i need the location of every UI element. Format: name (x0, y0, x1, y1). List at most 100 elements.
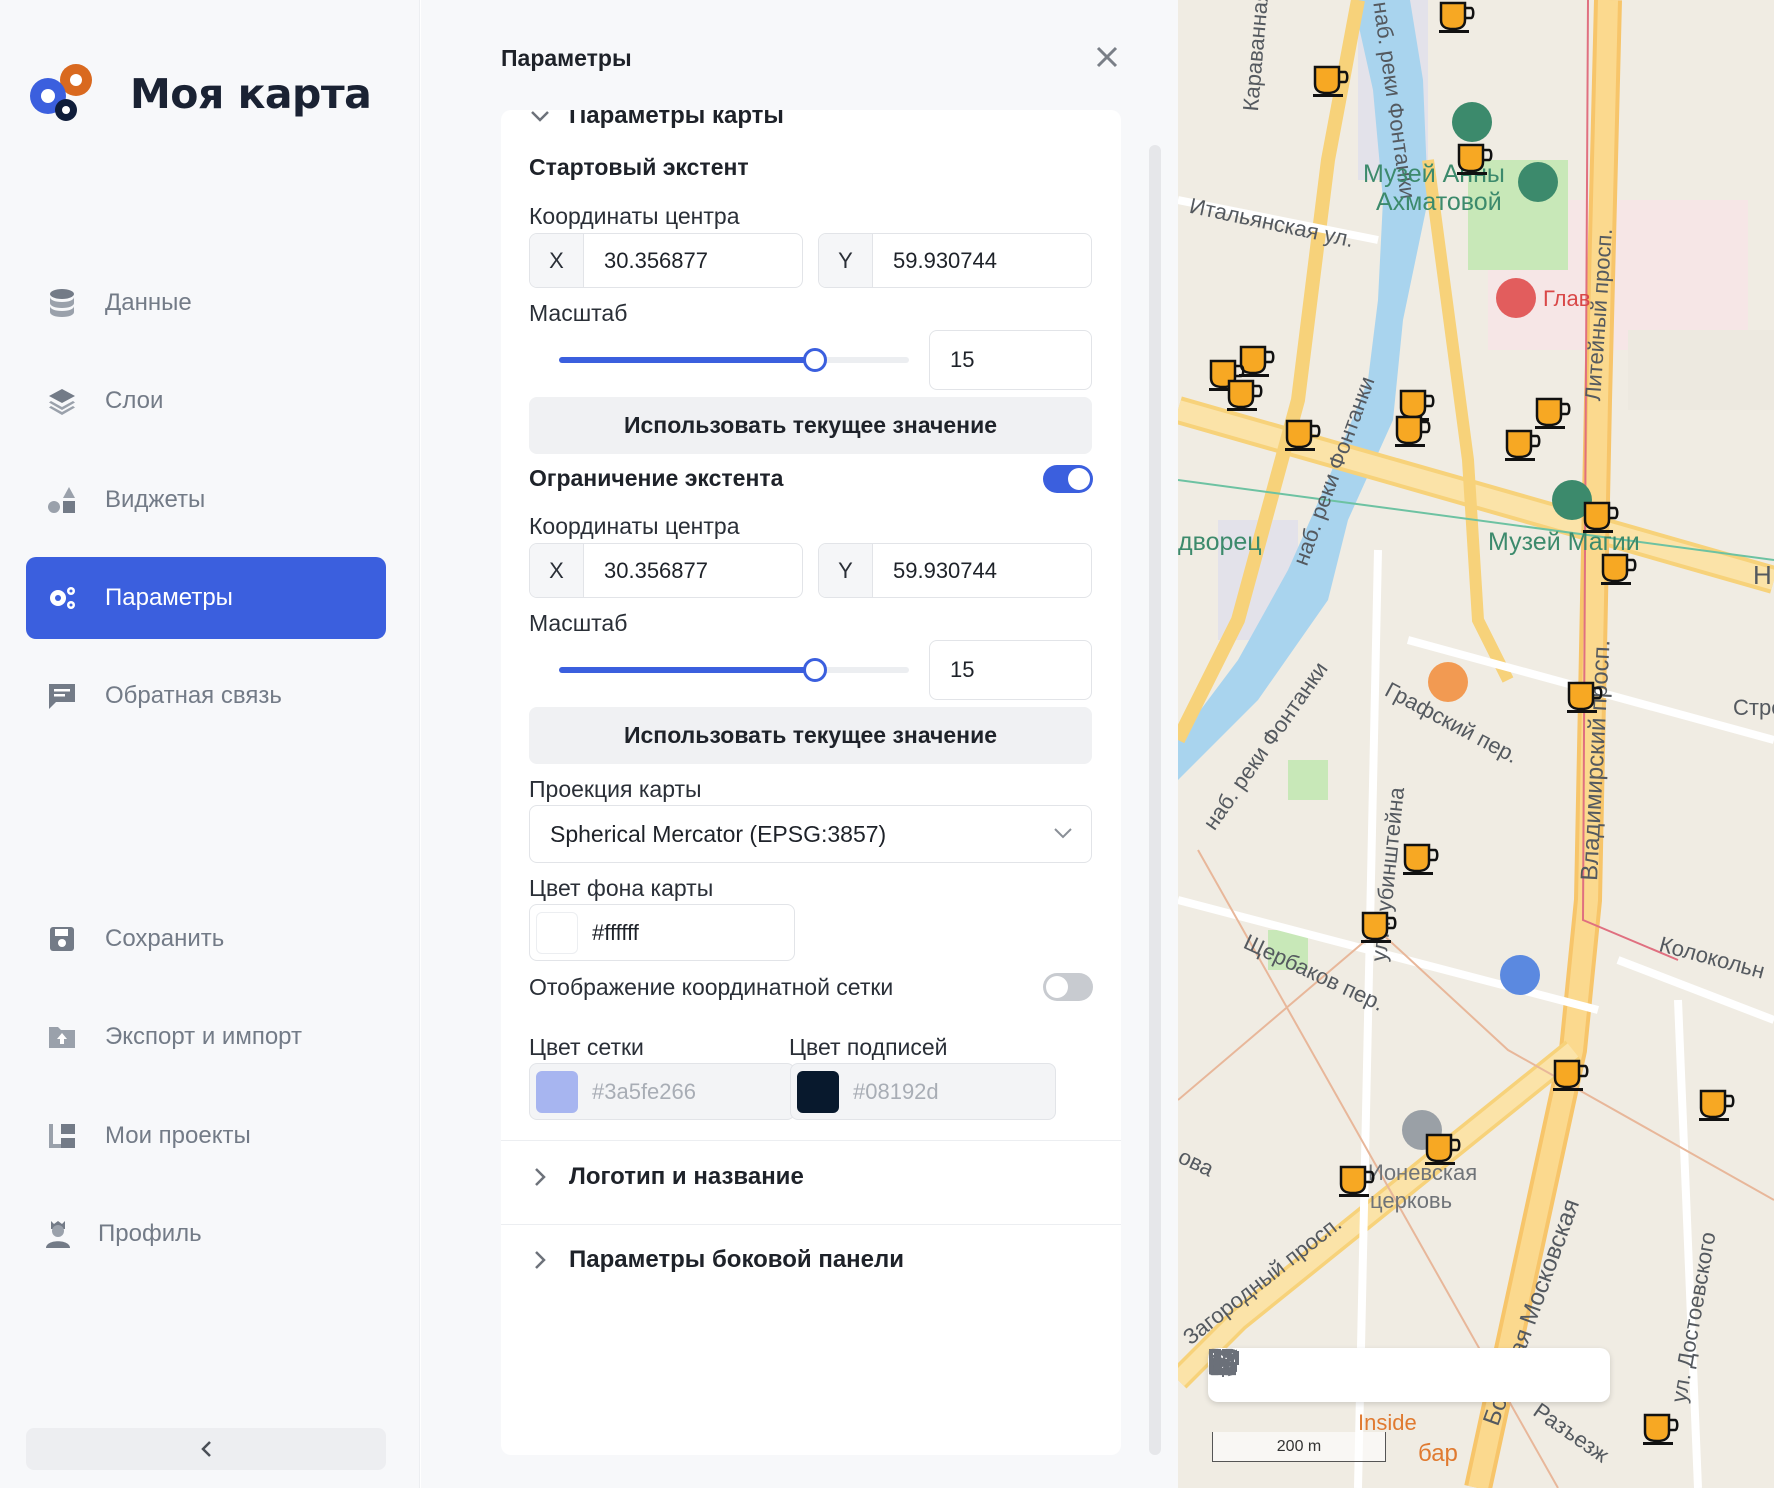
accordion-title: Параметры карты (569, 110, 784, 129)
limit-x-input[interactable]: X 30.356877 (529, 543, 803, 598)
poi-label: Глав (1543, 286, 1591, 311)
grid-color-label: Цвет сетки (529, 1034, 644, 1060)
cafe-marker-icon[interactable] (1552, 1058, 1590, 1092)
start-x-input[interactable]: X 30.356877 (529, 233, 803, 288)
x-prefix: X (530, 544, 584, 597)
cafe-marker-icon[interactable] (1424, 1132, 1462, 1166)
export-import-icon (46, 1021, 78, 1053)
cafe-marker-icon[interactable] (1360, 910, 1398, 944)
center-coords-label: Координаты центра (529, 513, 740, 539)
scale-label: Масштаб (529, 300, 628, 326)
y-prefix: Y (819, 544, 873, 597)
sidebar-item-label: Мои проекты (105, 1122, 251, 1149)
save-icon (46, 923, 78, 955)
labels-color-label: Цвет подписей (789, 1034, 948, 1060)
limit-scale-input[interactable]: 15 (929, 640, 1092, 700)
settings-icon (46, 582, 78, 614)
accordion-title: Параметры боковой панели (569, 1246, 905, 1273)
sidebar-item-layers[interactable]: Слои (26, 360, 386, 442)
grid-display-toggle[interactable] (1043, 973, 1093, 1001)
sidebar-item-profile[interactable]: Профиль (26, 1193, 386, 1275)
color-value: #08192d (853, 1078, 939, 1104)
cafe-marker-icon[interactable] (1642, 1412, 1680, 1446)
sidebar-item-feedback[interactable]: Обратная связь (26, 655, 386, 737)
sidebar-item-label: Виджеты (105, 486, 206, 513)
start-y-input[interactable]: Y 59.930744 (818, 233, 1092, 288)
accordion-title: Логотип и название (569, 1163, 804, 1190)
projection-select[interactable]: Spherical Mercator (EPSG:3857) (529, 805, 1092, 863)
limit-scale-slider[interactable] (559, 655, 909, 685)
x-prefix: X (530, 234, 584, 287)
cafe-marker-icon[interactable] (1402, 842, 1440, 876)
close-icon[interactable] (1094, 44, 1120, 70)
scale-label: Масштаб (529, 610, 628, 636)
extent-limit-title: Ограничение экстента (529, 465, 784, 491)
sidebar-item-widgets[interactable]: Виджеты (26, 459, 386, 541)
color-swatch[interactable] (536, 911, 578, 954)
cafe-marker-icon[interactable] (1178, 64, 1215, 98)
widgets-icon (46, 484, 78, 516)
start-scale-input[interactable]: 15 (929, 330, 1092, 390)
cafe-marker-icon[interactable] (1312, 64, 1350, 98)
slider-fill (559, 357, 815, 363)
sidebar-item-data[interactable]: Данные (26, 262, 386, 344)
divider (501, 1224, 1121, 1225)
sidebar-item-save[interactable]: Сохранить (26, 898, 386, 980)
cafe-marker-icon[interactable] (1438, 0, 1476, 34)
chevron-right-icon (535, 1251, 546, 1269)
grid-color-input[interactable]: #3a5fe266 (529, 1063, 795, 1120)
ruler-icon[interactable] (1209, 1351, 1480, 1391)
select-icon[interactable] (1209, 1349, 1315, 1391)
chart-icon[interactable] (1211, 1349, 1370, 1391)
cafe-marker-icon[interactable] (1338, 1164, 1376, 1198)
start-use-current-button[interactable]: Использовать текущее значение (529, 397, 1092, 454)
extent-limit-toggle[interactable] (1043, 465, 1093, 493)
panel-scrollbar[interactable] (1149, 145, 1161, 1455)
cafe-marker-icon[interactable] (1566, 680, 1604, 714)
profile-icon (42, 1218, 74, 1250)
chevron-down-icon (531, 111, 549, 122)
start-extent-title: Стартовый экстент (529, 154, 749, 180)
map-view[interactable]: Караванная ул. наб. реки Фонтанки Музей … (1178, 0, 1774, 1488)
toggle-knob (1068, 468, 1090, 490)
start-scale-slider[interactable] (559, 345, 909, 375)
accordion-logo-name[interactable]: Логотип и название (529, 1163, 804, 1191)
cafe-marker-icon[interactable] (1600, 552, 1638, 586)
color-value: #ffffff (592, 919, 639, 945)
projects-icon (46, 1120, 78, 1152)
cafe-marker-icon[interactable] (1504, 428, 1542, 462)
accordion-map-params[interactable]: Параметры карты (529, 110, 784, 130)
sidebar-item-label: Параметры (105, 584, 233, 611)
ruler-area-icon[interactable] (1210, 1350, 1425, 1391)
locate-icon[interactable] (1209, 1349, 1590, 1391)
app-title: Моя карта (130, 70, 372, 118)
projection-value: Spherical Mercator (EPSG:3857) (550, 820, 887, 847)
cafe-marker-icon[interactable] (1534, 396, 1572, 430)
cafe-marker-icon[interactable] (1226, 378, 1264, 412)
sidebar-item-projects[interactable]: Мои проекты (26, 1095, 386, 1177)
cafe-marker-icon[interactable] (1456, 142, 1494, 176)
accordion-sidebar-params[interactable]: Параметры боковой панели (529, 1246, 904, 1274)
sidebar-item-label: Слои (105, 387, 164, 414)
cafe-marker-icon[interactable] (1394, 414, 1432, 448)
color-swatch (536, 1070, 578, 1113)
slider-fill (559, 667, 815, 673)
sidebar-item-label: Экспорт и импорт (105, 1023, 302, 1050)
sidebar-item-label: Обратная связь (105, 682, 282, 709)
collapse-sidebar-button[interactable] (26, 1428, 386, 1470)
street-label: Стре (1733, 695, 1774, 720)
slider-thumb[interactable] (803, 658, 827, 682)
slider-thumb[interactable] (803, 348, 827, 372)
limit-use-current-button[interactable]: Использовать текущее значение (529, 707, 1092, 764)
cafe-marker-icon[interactable] (1284, 418, 1322, 452)
map-icon[interactable] (1209, 1348, 1535, 1391)
cafe-marker-icon[interactable] (1698, 1088, 1736, 1122)
sidebar-item-export-import[interactable]: Экспорт и импорт (26, 996, 386, 1078)
limit-y-input[interactable]: Y 59.930744 (818, 543, 1092, 598)
labels-color-input[interactable]: #08192d (790, 1063, 1056, 1120)
sidebar-item-settings[interactable]: Параметры (26, 557, 386, 639)
scale-bar: 200 m (1212, 1432, 1386, 1462)
layers-icon (46, 385, 78, 417)
cafe-marker-icon[interactable] (1582, 500, 1620, 534)
background-color-input[interactable]: #ffffff (529, 904, 795, 961)
